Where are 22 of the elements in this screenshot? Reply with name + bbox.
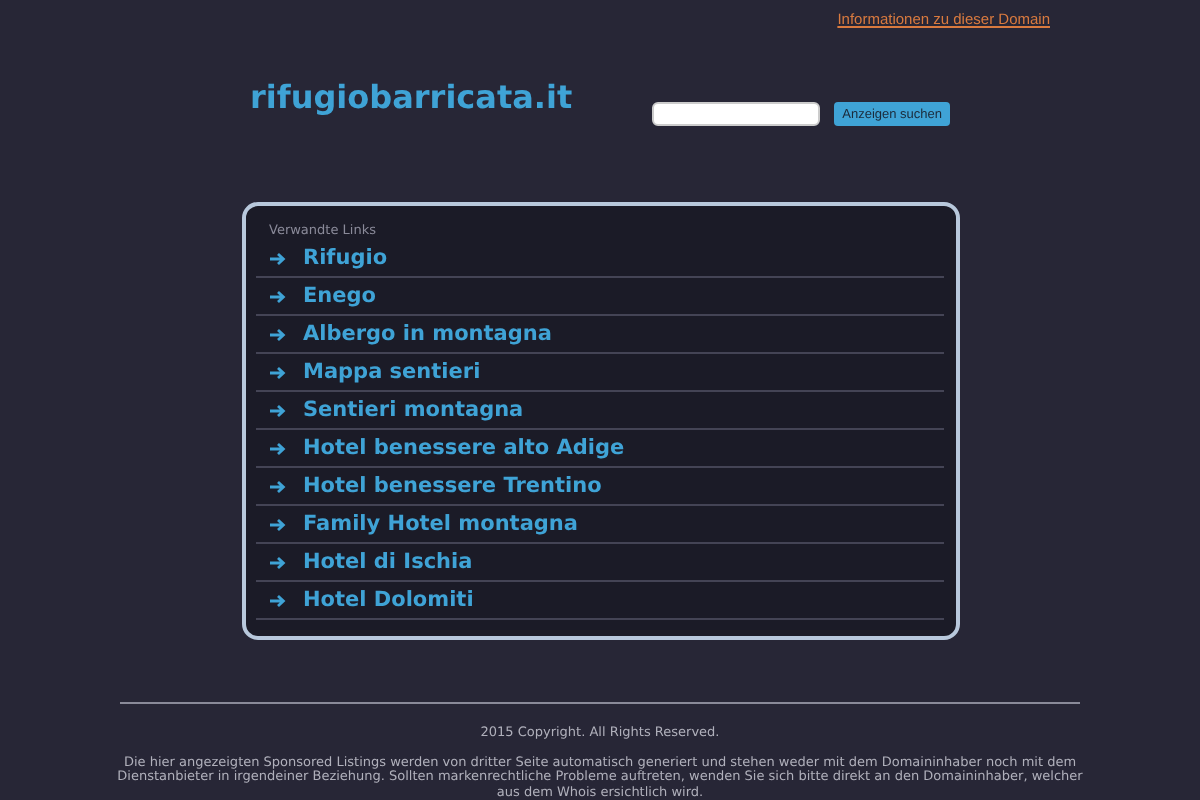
arrow-icon [269,251,285,266]
related-link[interactable]: Mappa sentieri [255,354,943,393]
arrow-icon [269,365,285,380]
arrow-icon [269,593,285,608]
related-link[interactable]: Rifugio [255,240,943,279]
arrow-icon [269,441,285,456]
related-link[interactable]: Albergo in montagna [255,316,943,355]
related-link[interactable]: Hotel benessere alto Adige [255,430,943,469]
arrow-icon [269,327,285,342]
related-link[interactable]: Sentieri montagna [255,392,943,431]
site-title: rifugiobarricata.it [250,78,573,121]
arrow-icon [269,555,285,570]
arrow-icon [269,479,285,494]
related-link[interactable]: Enego [255,278,943,317]
search-field[interactable] [652,102,821,127]
arrow-icon [269,517,285,532]
arrow-icon [269,403,285,418]
related-link[interactable]: Family Hotel montagna [255,506,943,545]
arrow-icon [269,289,285,304]
related-link[interactable]: Hotel benessere Trentino [255,468,943,507]
related-link[interactable]: Hotel Dolomiti [255,582,943,621]
related-link[interactable]: Hotel di Ischia [255,544,943,583]
